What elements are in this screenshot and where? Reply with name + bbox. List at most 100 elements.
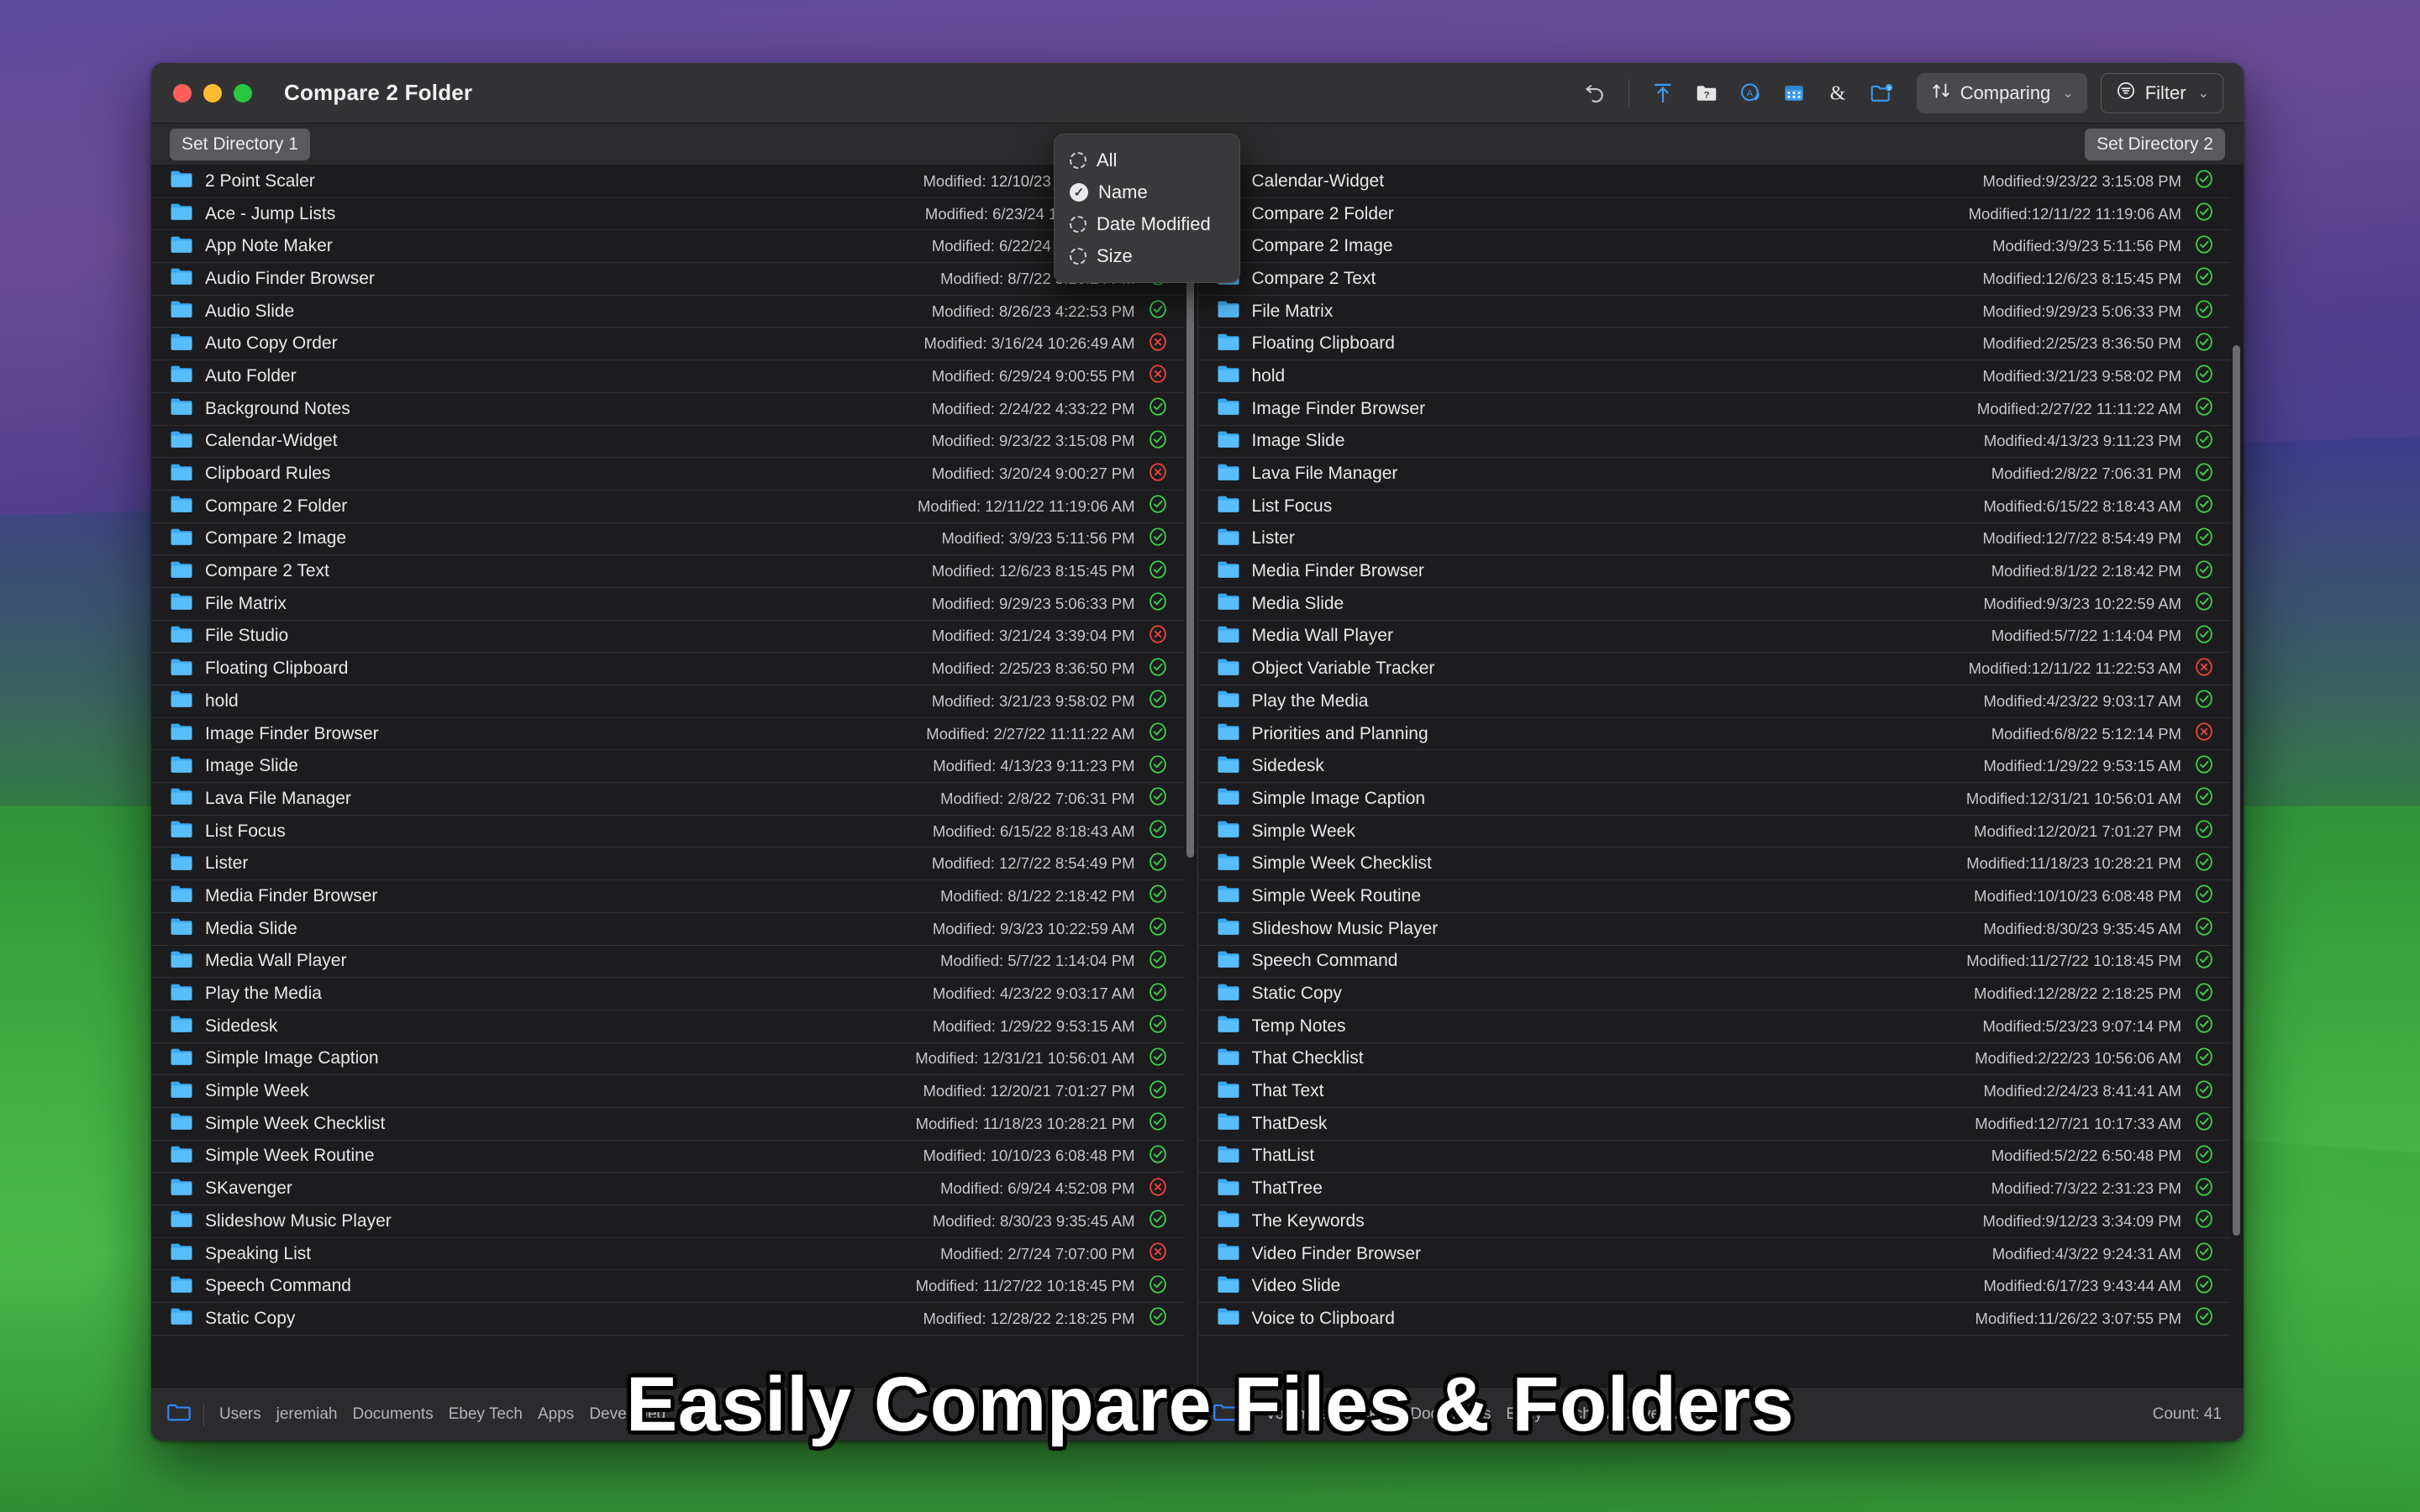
table-row[interactable]: Play the Media Modified:4/23/22 9:03:17 A…	[1197, 685, 2230, 718]
table-row[interactable]: Simple Week Checklist Modified:11/18/23 1…	[1197, 848, 2230, 881]
table-row[interactable]: Simple Week Modified: 12/20/21 7:01:27 PM	[151, 1075, 1184, 1108]
undo-arrow-icon[interactable]	[1573, 74, 1617, 113]
table-row[interactable]: Image Slide Modified: 4/13/23 9:11:23 PM	[151, 750, 1184, 784]
table-row[interactable]: Priorities and Planning Modified:6/8/22 5…	[1197, 718, 2230, 751]
table-row[interactable]: Ace - Jump Lists Modified: 6/23/24 11:32:…	[151, 198, 1184, 231]
breadcrumb-segment[interactable]: Developed	[589, 1405, 666, 1424]
table-row[interactable]: That Text Modified:2/24/23 8:41:41 AM	[1197, 1075, 2230, 1108]
breadcrumb-segment[interactable]: Backup	[1342, 1405, 1395, 1424]
table-row[interactable]: Media Finder Browser Modified: 8/1/22 2:1…	[151, 880, 1184, 913]
table-row[interactable]: Compare 2 Folder Modified: 12/11/22 11:19…	[151, 491, 1184, 523]
table-row[interactable]: Object Variable Tracker Modified:12/11/22…	[1197, 653, 2230, 685]
table-row[interactable]: Voice to Clipboard Modified:11/26/22 3:07…	[1197, 1303, 2230, 1336]
upload-arrow-icon[interactable]	[1641, 74, 1685, 113]
table-row[interactable]: Calendar-Widget Modified: 9/23/22 3:15:08…	[151, 426, 1184, 459]
breadcrumb-segment[interactable]: Volumes	[1265, 1405, 1327, 1424]
table-row[interactable]: Compare 2 Image Modified:3/9/23 5:11:56 P…	[1197, 230, 2230, 264]
set-directory-2-button[interactable]: Set Directory 2	[2085, 129, 2225, 160]
breadcrumb-segment[interactable]: Users	[219, 1405, 261, 1424]
table-row[interactable]: Static Copy Modified:12/28/22 2:18:25 PM	[1197, 978, 2230, 1011]
table-row[interactable]: Simple Week Routine Modified:10/10/23 6:0…	[1197, 880, 2230, 913]
menu-item-size[interactable]: Size	[1055, 240, 1239, 272]
table-row[interactable]: Simple Image Caption Modified: 12/31/21 1…	[151, 1043, 1184, 1076]
table-row[interactable]: Floating Clipboard Modified:2/25/23 8:36:…	[1197, 328, 2230, 361]
menu-item-date-modified[interactable]: Date Modified	[1055, 208, 1239, 240]
table-row[interactable]: Media Slide Modified:9/3/23 10:22:59 AM	[1197, 588, 2230, 621]
table-row[interactable]: Speaking List Modified: 2/7/24 7:07:00 PM	[151, 1238, 1184, 1271]
breadcrumb-segment[interactable]: jeremiah	[276, 1405, 338, 1424]
table-row[interactable]: App Note Maker Modified: 6/22/24 5:17:45 …	[151, 230, 1184, 264]
breadcrumb-segment[interactable]: Tech	[1558, 1405, 1591, 1424]
zoom-button[interactable]	[234, 83, 252, 102]
table-row[interactable]: Lister Modified:12/7/22 8:54:49 PM	[1197, 523, 2230, 556]
table-row[interactable]: That Checklist Modified:2/22/23 10:56:06 …	[1197, 1043, 2230, 1076]
table-row[interactable]: Compare 2 Text Modified: 12/6/23 8:15:45 …	[151, 555, 1184, 588]
table-row[interactable]: Background Notes Modified: 2/24/22 4:33:2…	[151, 393, 1184, 426]
table-row[interactable]: hold Modified: 3/21/23 9:58:02 PM	[151, 685, 1184, 718]
table-row[interactable]: Simple Week Modified:12/20/21 7:01:27 PM	[1197, 816, 2230, 848]
table-row[interactable]: Auto Copy Order Modified: 3/16/24 10:26:4…	[151, 328, 1184, 361]
table-row[interactable]: File Studio Modified: 3/21/24 3:39:04 PM	[151, 621, 1184, 654]
table-row[interactable]: Sidedesk Modified:1/29/22 9:53:15 AM	[1197, 750, 2230, 784]
breadcrumb-segment[interactable]: Ebey Tech	[449, 1405, 523, 1424]
table-row[interactable]: Lava File Manager Modified:2/8/22 7:06:31…	[1197, 458, 2230, 491]
table-row[interactable]: Media Wall Player Modified:5/7/22 1:14:04…	[1197, 621, 2230, 654]
circled-a-icon[interactable]: A	[1728, 74, 1772, 113]
table-row[interactable]: ThatDesk Modified:12/7/21 10:17:33 AM	[1197, 1108, 2230, 1141]
folder-outline-icon[interactable]	[1213, 1401, 1238, 1427]
right-pane-scrollbar[interactable]	[2233, 169, 2240, 1383]
table-row[interactable]: Video Finder Browser Modified:4/3/22 9:24…	[1197, 1238, 2230, 1271]
calendar-icon[interactable]	[1772, 74, 1816, 113]
left-file-list[interactable]: 2 Point Scaler Modified: 12/10/23 6:04:42…	[151, 165, 1184, 1387]
table-row[interactable]: Image Finder Browser Modified: 2/27/22 11…	[151, 718, 1184, 751]
breadcrumb-segment[interactable]: Documents	[353, 1405, 434, 1424]
table-row[interactable]: Simple Image Caption Modified:12/31/21 10…	[1197, 783, 2230, 816]
breadcrumb-right[interactable]: Volumes Backup Documents Ebey Tech Archive App…	[1265, 1405, 1711, 1424]
filter-dropdown-button[interactable]: Filter ⌄	[2100, 72, 2223, 113]
table-row[interactable]: Sidedesk Modified: 1/29/22 9:53:15 AM	[151, 1011, 1184, 1043]
table-row[interactable]: Static Copy Modified: 12/28/22 2:18:25 PM	[151, 1303, 1184, 1336]
table-row[interactable]: Image Slide Modified:4/13/23 9:11:23 PM	[1197, 426, 2230, 459]
right-file-list[interactable]: Calendar-Widget Modified:9/23/22 3:15:08 …	[1197, 165, 2230, 1387]
breadcrumb-left[interactable]: Users jeremiah Documents Ebey Tech Apps Devel…	[219, 1405, 666, 1424]
table-row[interactable]: Video Slide Modified:6/17/23 9:43:44 AM	[1197, 1270, 2230, 1304]
breadcrumb-segment[interactable]: Documents	[1410, 1405, 1491, 1424]
table-row[interactable]: ThatList Modified:5/2/22 6:50:48 PM	[1197, 1141, 2230, 1173]
table-row[interactable]: Compare 2 Text Modified:12/6/23 8:15:45 P…	[1197, 263, 2230, 296]
comparing-dropdown-button[interactable]: Comparing ⌄	[1916, 72, 2087, 113]
table-row[interactable]: Play the Media Modified: 4/23/22 9:03:17 …	[151, 978, 1184, 1011]
table-row[interactable]: Compare 2 Image Modified: 3/9/23 5:11:56 …	[151, 523, 1184, 556]
menu-item-all[interactable]: All	[1055, 144, 1239, 176]
table-row[interactable]: Simple Week Checklist Modified: 11/18/23 …	[151, 1108, 1184, 1141]
table-row[interactable]: Slideshow Music Player Modified:8/30/23 9…	[1197, 913, 2230, 946]
table-row[interactable]: Slideshow Music Player Modified: 8/30/23 …	[151, 1205, 1184, 1238]
table-row[interactable]: Media Finder Browser Modified:8/1/22 2:18…	[1197, 555, 2230, 588]
breadcrumb-segment[interactable]: Archive	[1607, 1405, 1660, 1424]
table-row[interactable]: Lister Modified: 12/7/22 8:54:49 PM	[151, 848, 1184, 881]
table-row[interactable]: Compare 2 Folder Modified:12/11/22 11:19:…	[1197, 198, 2230, 231]
table-row[interactable]: Floating Clipboard Modified: 2/25/23 8:36…	[151, 653, 1184, 685]
menu-item-name[interactable]: ✓ Name	[1055, 176, 1239, 208]
close-button[interactable]	[173, 83, 192, 102]
table-row[interactable]: SKavenger Modified: 6/9/24 4:52:08 PM	[151, 1173, 1184, 1205]
table-row[interactable]: File Matrix Modified: 9/29/23 5:06:33 PM	[151, 588, 1184, 621]
table-row[interactable]: Simple Week Routine Modified: 10/10/23 6:…	[151, 1141, 1184, 1173]
table-row[interactable]: Clipboard Rules Modified: 3/20/24 9:00:27…	[151, 458, 1184, 491]
table-row[interactable]: 2 Point Scaler Modified: 12/10/23 6:04:42…	[151, 165, 1184, 198]
table-row[interactable]: Lava File Manager Modified: 2/8/22 7:06:3…	[151, 783, 1184, 816]
table-row[interactable]: The Keywords Modified:9/12/23 3:34:09 PM	[1197, 1205, 2230, 1238]
help-folder-icon[interactable]: ?	[1685, 74, 1728, 113]
table-row[interactable]: Auto Folder Modified: 6/29/24 9:00:55 PM	[151, 360, 1184, 393]
left-pane-scrollbar[interactable]	[1186, 169, 1194, 1383]
breadcrumb-segment[interactable]: Apps	[1675, 1405, 1711, 1424]
table-row[interactable]: Media Slide Modified: 9/3/23 10:22:59 AM	[151, 913, 1184, 946]
minimize-button[interactable]	[203, 83, 222, 102]
table-row[interactable]: Image Finder Browser Modified:2/27/22 11:…	[1197, 393, 2230, 426]
table-row[interactable]: ThatTree Modified:7/3/22 2:31:23 PM	[1197, 1173, 2230, 1205]
table-row[interactable]: File Matrix Modified:9/29/23 5:06:33 PM	[1197, 296, 2230, 328]
breadcrumb-segment[interactable]: Apps	[538, 1405, 574, 1424]
set-directory-1-button[interactable]: Set Directory 1	[170, 129, 310, 160]
folder-outline-icon[interactable]	[166, 1401, 192, 1427]
table-row[interactable]: Temp Notes Modified:5/23/23 9:07:14 PM	[1197, 1011, 2230, 1043]
ampersand-icon[interactable]: &	[1816, 74, 1860, 113]
